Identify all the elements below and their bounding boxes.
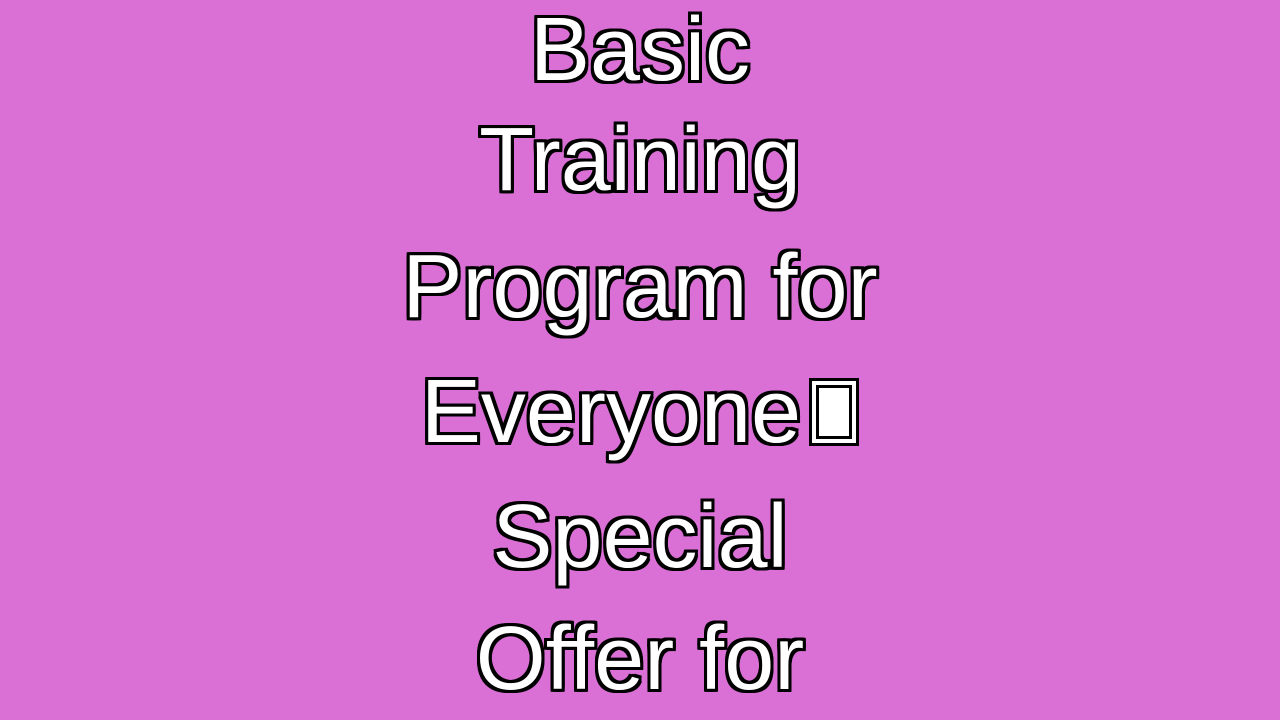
missing-glyph-box-icon [809, 378, 860, 446]
caption-line-1: Basic [0, 5, 1280, 95]
caption-line-5-text: Special [492, 487, 788, 587]
caption-line-6: Offer for [0, 614, 1280, 704]
caption-line-5: Special [0, 492, 1280, 582]
title-card: Basic Training Program for Everyone Spec… [0, 0, 1280, 720]
caption-line-4-text: Everyone [420, 362, 802, 462]
caption-line-2: Training [0, 115, 1280, 205]
caption-line-3: Program for [0, 242, 1280, 332]
caption-line-6-text: Offer for [475, 609, 805, 709]
caption-line-1-text: Basic [529, 0, 751, 100]
caption-line-3-text: Program for [402, 237, 878, 337]
caption-line-4: Everyone [0, 367, 1280, 457]
caption-line-2-text: Training [479, 110, 801, 210]
